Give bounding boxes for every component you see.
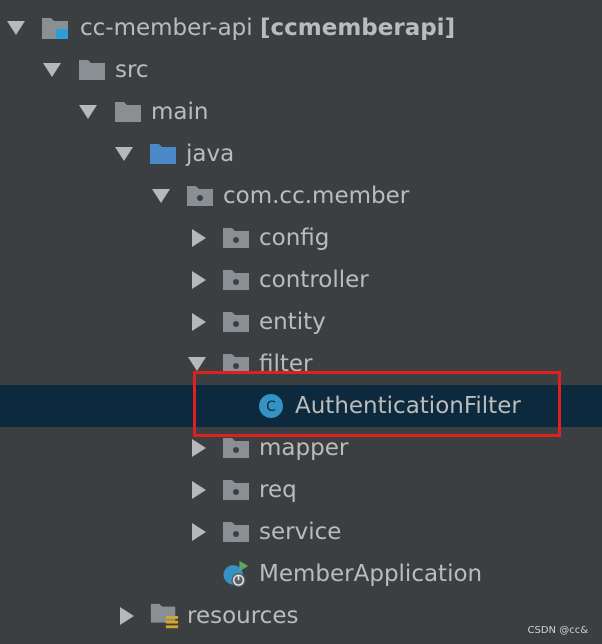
triangle-right-icon[interactable] xyxy=(188,227,210,249)
tree-row-controller[interactable]: controller xyxy=(0,259,602,301)
triangle-down-icon[interactable] xyxy=(150,185,172,207)
tree-row-root[interactable]: cc-member-api [ccmemberapi] xyxy=(0,7,602,49)
package-icon xyxy=(221,518,251,546)
triangle-down-icon[interactable] xyxy=(113,143,135,165)
triangle-down-icon[interactable] xyxy=(186,353,208,375)
tree-row-src[interactable]: src xyxy=(0,49,602,91)
package-icon xyxy=(221,224,251,252)
tree-label-service: service xyxy=(259,519,342,545)
tree-row-req[interactable]: req xyxy=(0,469,602,511)
triangle-right-icon[interactable] xyxy=(188,521,210,543)
triangle-down-icon[interactable] xyxy=(77,101,99,123)
triangle-right-icon[interactable] xyxy=(188,269,210,291)
tree-row-main[interactable]: main xyxy=(0,91,602,133)
class-icon-letter: C xyxy=(266,399,276,415)
folder-icon xyxy=(77,56,107,84)
tree-label-package: com.cc.member xyxy=(223,183,410,209)
tree-label-main: main xyxy=(151,99,209,125)
triangle-right-icon[interactable] xyxy=(188,479,210,501)
triangle-right-icon[interactable] xyxy=(188,311,210,333)
tree-label-src: src xyxy=(115,57,149,83)
tree-row-entity[interactable]: entity xyxy=(0,301,602,343)
package-icon xyxy=(185,182,215,210)
tree-row-authentication-filter[interactable]: C AuthenticationFilter xyxy=(0,385,602,427)
package-icon xyxy=(221,350,251,378)
module-id: [ccmemberapi] xyxy=(259,15,456,41)
watermark: CSDN @cc& xyxy=(527,625,588,636)
folder-icon xyxy=(113,98,143,126)
class-icon: C xyxy=(256,392,286,420)
tree-row-mapper[interactable]: mapper xyxy=(0,427,602,469)
tree-row-member-application[interactable]: MemberApplication xyxy=(0,553,602,595)
tree-row-resources[interactable]: resources xyxy=(0,595,602,637)
triangle-right-icon[interactable] xyxy=(116,605,138,627)
tree-label-resources: resources xyxy=(187,603,299,629)
tree-label-controller: controller xyxy=(259,267,369,293)
tree-row-package[interactable]: com.cc.member xyxy=(0,175,602,217)
package-icon xyxy=(221,476,251,504)
tree-row-service[interactable]: service xyxy=(0,511,602,553)
tree-label-java: java xyxy=(186,141,235,167)
triangle-down-icon[interactable] xyxy=(41,59,63,81)
tree-row-java[interactable]: java xyxy=(0,133,602,175)
package-icon xyxy=(221,266,251,294)
tree-label-entity: entity xyxy=(259,309,326,335)
tree-label-member-application: MemberApplication xyxy=(259,561,483,587)
tree-label-mapper: mapper xyxy=(259,435,349,461)
spring-boot-application-icon xyxy=(220,560,250,588)
package-icon xyxy=(221,434,251,462)
triangle-down-icon[interactable] xyxy=(5,17,27,39)
tree-label-filter: filter xyxy=(259,351,313,377)
package-icon xyxy=(221,308,251,336)
tree-row-filter[interactable]: filter xyxy=(0,343,602,385)
tree-label-config: config xyxy=(259,225,330,251)
tree-label-req: req xyxy=(259,477,297,503)
triangle-right-icon[interactable] xyxy=(188,437,210,459)
tree-label-authentication-filter: AuthenticationFilter xyxy=(295,393,521,419)
source-folder-icon xyxy=(148,140,178,168)
tree-label-root: cc-member-api [ccmemberapi] xyxy=(80,7,455,49)
module-name: cc-member-api xyxy=(80,15,253,41)
tree-row-config[interactable]: config xyxy=(0,217,602,259)
resources-folder-icon xyxy=(149,602,179,630)
module-folder-icon xyxy=(40,14,70,42)
project-tree: cc-member-api [ccmemberapi] src main jav… xyxy=(0,0,602,644)
